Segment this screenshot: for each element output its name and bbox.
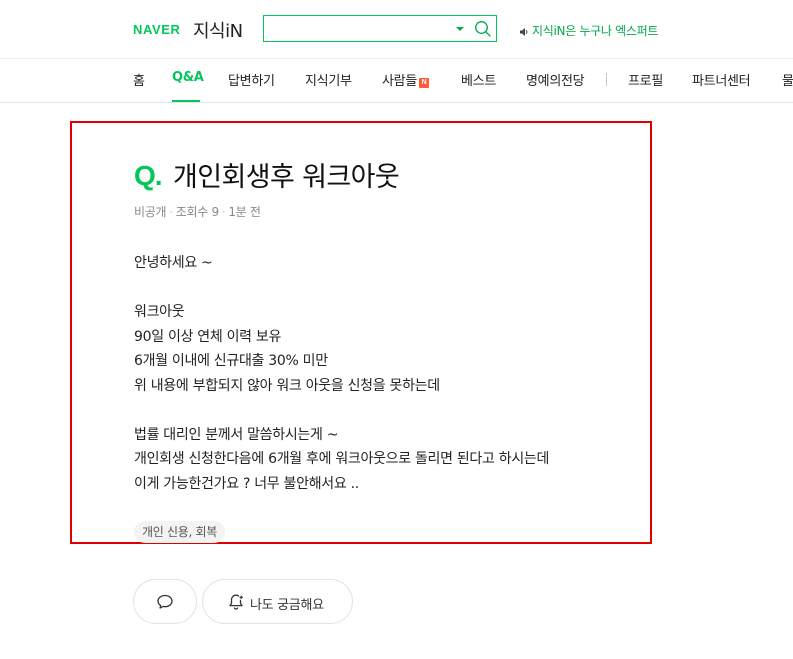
bell-plus-icon [229, 594, 244, 610]
category-tag[interactable]: 개인 신용, 회복 [134, 521, 225, 543]
nav-overflow[interactable]: 물 [782, 70, 793, 89]
nav-donation[interactable]: 지식기부 [305, 70, 352, 89]
nav-home[interactable]: 홈 [133, 70, 145, 89]
body-line: 위 내용에 부합되지 않아 워크 아웃을 신청을 못하는데 [134, 377, 440, 394]
nav-hall-of-fame[interactable]: 명예의전당 [526, 70, 585, 89]
view-count: 조회수 9 [175, 205, 219, 219]
body-line: 90일 이상 연체 이력 보유 [134, 328, 282, 345]
meta-separator: · [221, 205, 226, 219]
speech-bubble-icon [157, 594, 173, 609]
author: 비공개 [134, 205, 167, 219]
naver-logo[interactable]: NAVER [133, 22, 181, 37]
speaker-icon [520, 28, 528, 36]
nav-qna[interactable]: Q&A [172, 70, 204, 85]
comment-button[interactable] [133, 579, 197, 624]
question-meta: 비공개 · 조회수 9 · 1분 전 [134, 203, 261, 220]
expert-promo-text: 지식iN은 누구나 엑스퍼트 [532, 24, 659, 38]
curious-too-button[interactable]: 나도 궁금해요 [202, 579, 353, 624]
search-icon[interactable] [474, 20, 492, 38]
curious-too-label: 나도 궁금해요 [250, 598, 324, 613]
jisikin-logo[interactable]: 지식iN [193, 17, 243, 43]
header: NAVER 지식iN 지식iN은 누구나 엑스퍼트 [0, 0, 793, 58]
body-line: 워크아웃 [134, 304, 185, 320]
search-box [263, 15, 497, 42]
nav-partner-center[interactable]: 파트너센터 [692, 70, 751, 89]
nav-divider [606, 73, 607, 86]
search-input[interactable] [270, 19, 454, 40]
body-line [134, 277, 549, 302]
body-line: 개인회생 신청한다음에 6개월 후에 워크아웃으로 돌리면 된다고 하시는데 [134, 451, 550, 467]
nav-active-indicator [172, 100, 200, 102]
nav-people-label: 사람들 [382, 74, 417, 89]
expert-promo-link[interactable]: 지식iN은 누구나 엑스퍼트 [519, 22, 658, 39]
new-badge: N [418, 78, 429, 88]
question-mark-label: Q. [134, 160, 163, 191]
body-line: 법률 대리인 분께서 말씀하시는게 ~ [134, 426, 339, 443]
search-dropdown-caret-icon[interactable] [456, 27, 464, 31]
main-nav: 홈 Q&A 답변하기 지식기부 사람들 N 베스트 명예의전당 프로필 파트너센터… [0, 58, 793, 103]
body-line: 이게 가능한건가요 ? 너무 불안해서요 .. [134, 475, 359, 492]
post-time: 1분 전 [228, 205, 261, 219]
question-card: Q. 개인회생후 워크아웃 비공개 · 조회수 9 · 1분 전 안녕하세요 ~ 워크아… [70, 121, 652, 544]
body-line: 6개월 이내에 신규대출 30% 미만 [134, 353, 328, 369]
nav-best[interactable]: 베스트 [461, 70, 496, 89]
meta-separator: · [169, 205, 173, 219]
nav-people[interactable]: 사람들 N [382, 70, 429, 89]
body-line: 안녕하세요 ~ [134, 255, 213, 271]
nav-answer[interactable]: 답변하기 [228, 70, 275, 89]
question-body: 안녕하세요 ~ 워크아웃 90일 이상 연체 이력 보유 6개월 이내에 신규대… [134, 252, 549, 497]
nav-profile[interactable]: 프로필 [628, 70, 663, 89]
question-title: 개인회생후 워크아웃 [173, 162, 400, 193]
body-line [134, 399, 549, 424]
